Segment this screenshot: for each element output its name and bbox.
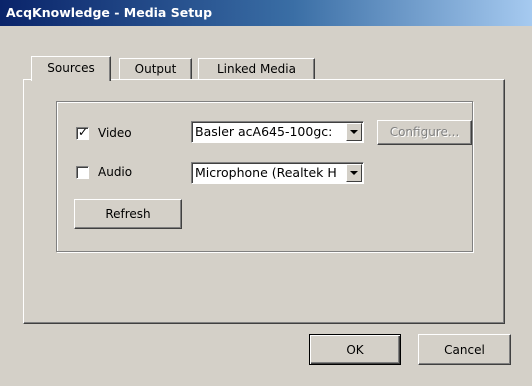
tab-output[interactable]: Output [119, 58, 192, 80]
refresh-button-label: Refresh [105, 207, 151, 221]
audio-device-value: Microphone (Realtek H [195, 165, 337, 180]
ok-button-label: OK [346, 343, 364, 357]
chevron-down-icon [350, 130, 358, 134]
video-device-value: Basler acA645-100gc: [195, 124, 333, 139]
configure-button[interactable]: Configure... [377, 120, 472, 145]
configure-button-label: Configure... [389, 125, 460, 139]
window-title: AcqKnowledge - Media Setup [6, 5, 213, 20]
video-label[interactable]: Video [98, 126, 132, 140]
video-device-dropdown-button[interactable] [346, 123, 362, 141]
ok-button[interactable]: OK [309, 334, 401, 365]
tab-output-label: Output [134, 62, 177, 76]
video-checkbox[interactable]: ✓ [76, 125, 89, 140]
tab-linked-media-label: Linked Media [216, 62, 296, 76]
title-bar[interactable]: AcqKnowledge - Media Setup [0, 0, 532, 26]
chevron-down-icon [350, 171, 358, 175]
tab-linked-media[interactable]: Linked Media [198, 58, 315, 80]
video-device-select[interactable]: Basler acA645-100gc: [191, 121, 364, 143]
tab-sources-label: Sources [47, 61, 95, 75]
audio-device-select[interactable]: Microphone (Realtek H [191, 162, 364, 184]
tab-sources[interactable]: Sources [31, 56, 111, 81]
audio-device-dropdown-button[interactable] [346, 164, 362, 182]
cancel-button[interactable]: Cancel [418, 334, 511, 365]
audio-checkbox[interactable] [76, 166, 89, 179]
media-setup-dialog: AcqKnowledge - Media Setup Sources Outpu… [0, 0, 532, 386]
audio-label[interactable]: Audio [98, 165, 132, 179]
cancel-button-label: Cancel [444, 343, 485, 357]
checkmark-icon: ✓ [78, 125, 89, 139]
sources-group-box: ✓ Video Basler acA645-100gc: Configure..… [56, 101, 473, 252]
sources-tab-panel: ✓ Video Basler acA645-100gc: Configure..… [23, 79, 505, 324]
refresh-button[interactable]: Refresh [74, 199, 182, 229]
